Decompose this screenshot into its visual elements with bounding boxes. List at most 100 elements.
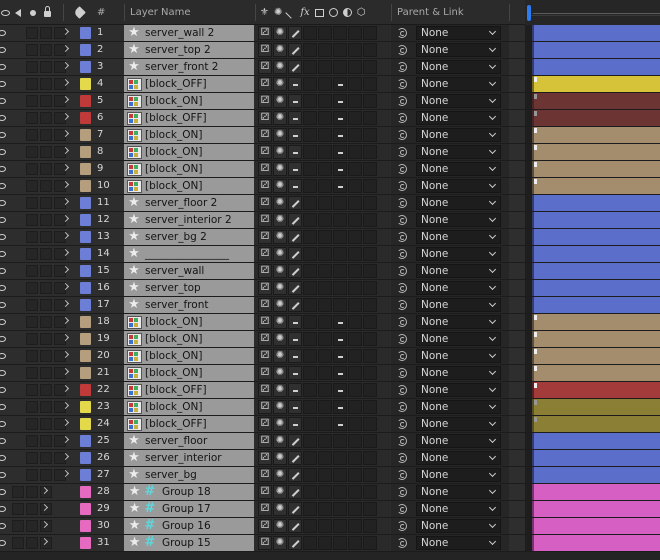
solo-toggle[interactable]: [26, 503, 38, 515]
layer-duration-bar[interactable]: [532, 246, 660, 262]
quality-switch[interactable]: [288, 519, 302, 533]
frame-blend-switch[interactable]: [318, 179, 332, 193]
video-visibility-toggle[interactable]: [0, 331, 12, 347]
parent-dropdown[interactable]: None: [416, 264, 501, 278]
quality-switch[interactable]: [288, 128, 302, 142]
adjustment-switch[interactable]: [348, 519, 362, 533]
parent-dropdown[interactable]: None: [416, 128, 501, 142]
frame-blend-switch[interactable]: [318, 196, 332, 210]
audio-toggle[interactable]: [26, 180, 38, 192]
motion-blur-switch[interactable]: [333, 281, 347, 295]
audio-toggle[interactable]: [26, 78, 38, 90]
video-visibility-toggle[interactable]: [0, 416, 12, 432]
motion-blur-switch[interactable]: [333, 485, 347, 499]
layer-duration-bar[interactable]: [532, 450, 660, 466]
layer-name[interactable]: server_front: [145, 297, 208, 313]
layer-row[interactable]: 29 ★ # Group 17 ⚂ ✺ None: [0, 501, 660, 518]
pick-whip-icon[interactable]: [397, 317, 407, 327]
adjustment-switch[interactable]: [348, 94, 362, 108]
label-color-swatch[interactable]: [80, 520, 91, 532]
video-visibility-toggle[interactable]: [0, 161, 12, 177]
effects-switch[interactable]: [303, 77, 317, 91]
label-color-swatch[interactable]: [80, 537, 91, 549]
frame-blend-switch[interactable]: [318, 349, 332, 363]
layer-row[interactable]: 3 ★ server_front 2 ⚂ ✺ None: [0, 59, 660, 76]
effects-switch[interactable]: [303, 315, 317, 329]
collapse-switch[interactable]: ✺: [273, 230, 287, 244]
layer-name[interactable]: [block_ON]: [145, 331, 202, 347]
label-color-swatch[interactable]: [80, 112, 91, 124]
pick-whip-icon[interactable]: [397, 181, 407, 191]
audio-toggle[interactable]: [26, 384, 38, 396]
parent-dropdown[interactable]: None: [416, 519, 501, 533]
label-color-swatch[interactable]: [80, 384, 91, 396]
layer-row[interactable]: 10 [block_ON] ⚂ ✺ None: [0, 178, 660, 195]
quality-switch[interactable]: [288, 366, 302, 380]
solo-toggle[interactable]: [40, 197, 52, 209]
layer-name[interactable]: server_wall: [145, 263, 204, 279]
audio-toggle[interactable]: [12, 503, 24, 515]
solo-toggle[interactable]: [40, 282, 52, 294]
layer-row[interactable]: 8 [block_ON] ⚂ ✺ None: [0, 144, 660, 161]
effects-switch[interactable]: [303, 366, 317, 380]
collapse-switch[interactable]: ✺: [273, 43, 287, 57]
quality-switch[interactable]: [288, 332, 302, 346]
shy-switch[interactable]: ⚂: [258, 400, 272, 414]
pick-whip-icon[interactable]: [397, 45, 407, 55]
layer-duration-bar[interactable]: [532, 331, 660, 347]
effects-switch[interactable]: [303, 162, 317, 176]
parent-dropdown[interactable]: None: [416, 111, 501, 125]
frame-blend-switch[interactable]: [318, 468, 332, 482]
motion-blur-switch[interactable]: [333, 60, 347, 74]
effects-switch[interactable]: [303, 451, 317, 465]
parent-dropdown[interactable]: None: [416, 145, 501, 159]
audio-toggle[interactable]: [26, 333, 38, 345]
frame-blend-switch[interactable]: [318, 94, 332, 108]
motion-blur-switch[interactable]: [333, 94, 347, 108]
label-color-swatch[interactable]: [80, 350, 91, 362]
adjustment-switch[interactable]: [348, 60, 362, 74]
video-visibility-toggle[interactable]: [0, 212, 12, 228]
motion-blur-switch[interactable]: [333, 298, 347, 312]
layer-name[interactable]: ________________: [145, 246, 229, 262]
effects-switch[interactable]: [303, 519, 317, 533]
3d-layer-switch[interactable]: [363, 366, 377, 380]
layer-row[interactable]: 16 ★ server_top ⚂ ✺ None: [0, 280, 660, 297]
3d-layer-switch[interactable]: [363, 451, 377, 465]
adjustment-switch[interactable]: [348, 332, 362, 346]
shy-switch[interactable]: ⚂: [258, 94, 272, 108]
frame-blend-header-icon[interactable]: [314, 8, 324, 17]
frame-blend-switch[interactable]: [318, 366, 332, 380]
shy-switch[interactable]: ⚂: [258, 43, 272, 57]
layer-name[interactable]: [block_ON]: [145, 365, 202, 381]
shy-switch[interactable]: ⚂: [258, 349, 272, 363]
effects-header-icon[interactable]: fx: [300, 7, 309, 18]
quality-switch[interactable]: [288, 196, 302, 210]
layer-row[interactable]: 7 [block_ON] ⚂ ✺ None: [0, 127, 660, 144]
parent-dropdown[interactable]: None: [416, 281, 501, 295]
frame-blend-switch[interactable]: [318, 77, 332, 91]
audio-toggle[interactable]: [26, 146, 38, 158]
shy-switch[interactable]: ⚂: [258, 366, 272, 380]
layer-duration-bar[interactable]: [532, 365, 660, 381]
solo-toggle[interactable]: [40, 299, 52, 311]
frame-blend-switch[interactable]: [318, 264, 332, 278]
3d-layer-switch[interactable]: [363, 485, 377, 499]
motion-blur-switch[interactable]: [333, 247, 347, 261]
video-visibility-toggle[interactable]: [0, 348, 12, 364]
3d-layer-switch[interactable]: [363, 26, 377, 40]
audio-toggle[interactable]: [26, 129, 38, 141]
collapse-switch[interactable]: ✺: [273, 162, 287, 176]
effects-switch[interactable]: [303, 230, 317, 244]
layer-row[interactable]: 2 ★ server_top 2 ⚂ ✺ None: [0, 42, 660, 59]
collapse-switch[interactable]: ✺: [273, 60, 287, 74]
quality-switch[interactable]: [288, 111, 302, 125]
label-color-swatch[interactable]: [80, 146, 91, 158]
layer-name[interactable]: server_interior: [145, 450, 222, 466]
motion-blur-switch[interactable]: [333, 179, 347, 193]
label-color-swatch[interactable]: [80, 231, 91, 243]
parent-dropdown[interactable]: None: [416, 400, 501, 414]
pick-whip-icon[interactable]: [397, 487, 407, 497]
pick-whip-icon[interactable]: [397, 351, 407, 361]
layer-row[interactable]: 4 [block_OFF] ⚂ ✺ None: [0, 76, 660, 93]
